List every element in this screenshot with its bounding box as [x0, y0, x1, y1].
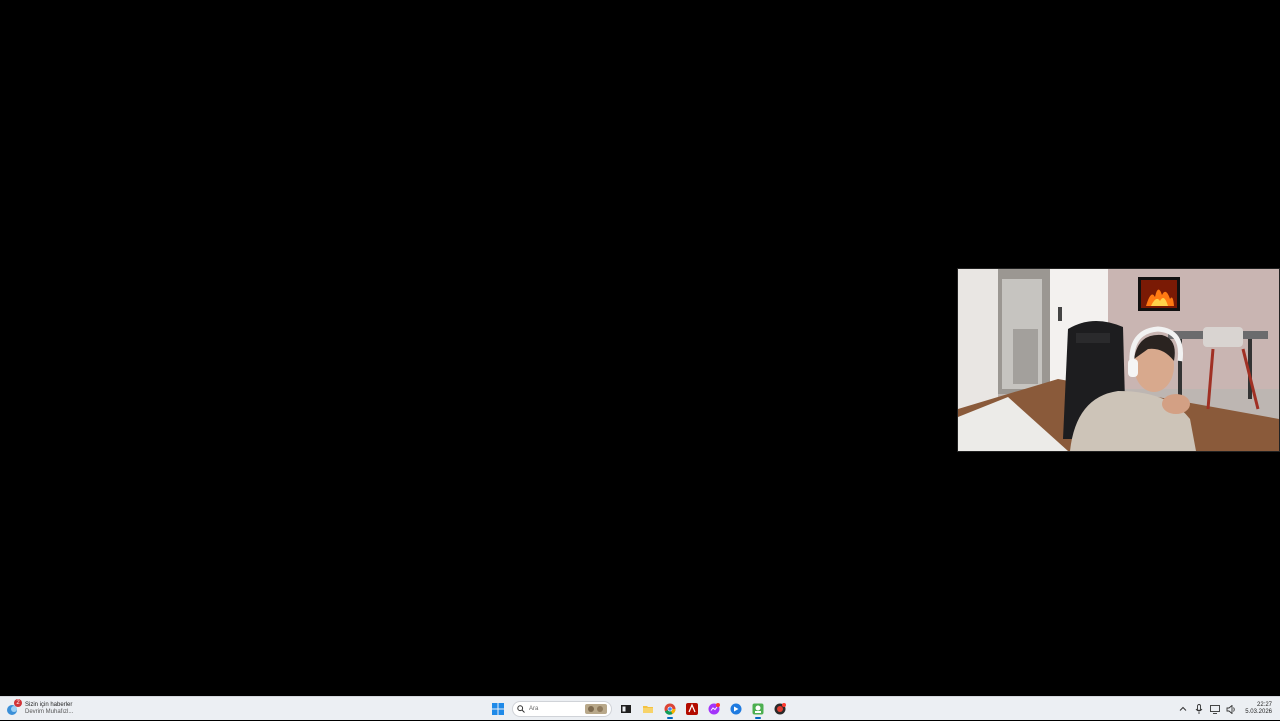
- app-green-button[interactable]: [748, 699, 768, 719]
- acrobat-icon: [686, 703, 698, 715]
- volume-icon[interactable]: [1225, 703, 1237, 715]
- acrobat-button[interactable]: [682, 699, 702, 719]
- webcam-scene: [958, 269, 1279, 451]
- file-explorer-icon: [621, 705, 631, 713]
- app-blue-icon: [730, 703, 742, 715]
- windows-icon: [492, 703, 504, 715]
- folder-button[interactable]: [638, 699, 658, 719]
- weather-icon: 2: [6, 699, 22, 716]
- app-blue-button[interactable]: [726, 699, 746, 719]
- app-red-button[interactable]: [770, 699, 790, 719]
- messenger-button[interactable]: [704, 699, 724, 719]
- search-highlight-icon: [585, 704, 607, 714]
- app-green-icon: [752, 703, 764, 715]
- webcam-overlay: [957, 268, 1280, 452]
- chrome-button[interactable]: [660, 699, 680, 719]
- taskbar-center: Ara: [487, 698, 791, 720]
- folder-icon: [643, 706, 653, 713]
- clock[interactable]: 22:27 5.03.2026: [1245, 702, 1272, 716]
- widget-title: Sizin için haberler: [25, 702, 73, 708]
- widget-subtitle: Devrim Muhafızl...: [25, 709, 74, 715]
- app-red-icon: [774, 703, 786, 715]
- taskbar: 2 Sizin için haberler Devrim Muhafızl...…: [0, 696, 1280, 720]
- chrome-icon: [664, 703, 676, 715]
- task-view-button[interactable]: [616, 699, 636, 719]
- start-button[interactable]: [488, 699, 508, 719]
- taskbar-search[interactable]: Ara: [512, 701, 612, 717]
- network-icon[interactable]: [1209, 703, 1221, 715]
- search-icon: [517, 705, 525, 713]
- news-widget[interactable]: 2 Sizin için haberler Devrim Muhafızl...: [6, 699, 96, 719]
- chevron-up-icon[interactable]: [1177, 703, 1189, 715]
- system-tray: 22:27 5.03.2026: [1175, 699, 1272, 719]
- messenger-icon: [708, 703, 720, 715]
- clock-time: 22:27: [1256, 702, 1272, 708]
- notification-badge: 2: [14, 699, 22, 707]
- search-placeholder: Ara: [529, 706, 539, 712]
- microphone-icon[interactable]: [1193, 703, 1205, 715]
- clock-date: 5.03.2026: [1245, 709, 1272, 715]
